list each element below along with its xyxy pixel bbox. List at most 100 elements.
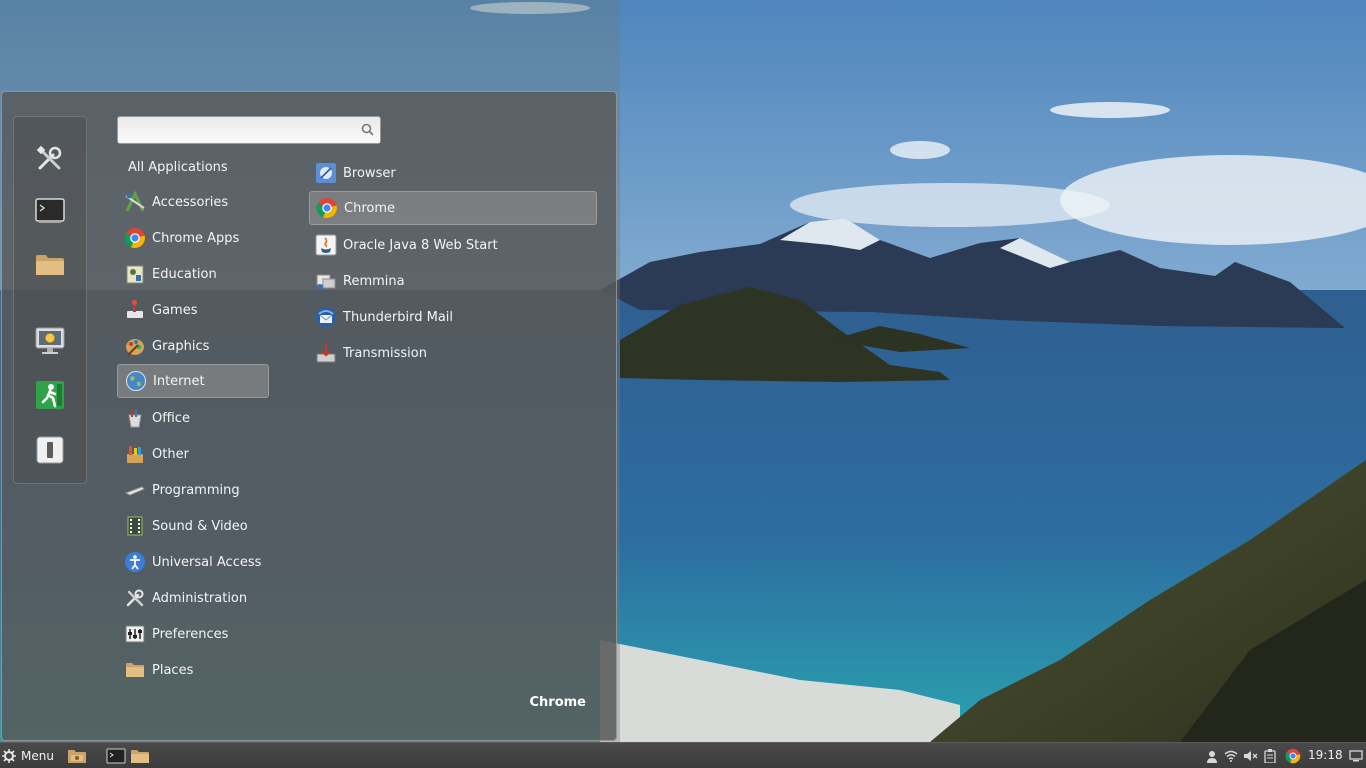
- favorite-administration-button[interactable]: [31, 140, 69, 178]
- accessories-icon: [125, 191, 145, 212]
- menu-button[interactable]: Menu: [2, 746, 54, 766]
- favorites-sidebar: [13, 116, 87, 484]
- app-thunderbird-mail[interactable]: Thunderbird Mail: [309, 300, 597, 334]
- search-box[interactable]: [117, 116, 381, 144]
- category-label: Office: [152, 410, 190, 426]
- folder-icon: [131, 750, 149, 763]
- favorite-logout-button[interactable]: [31, 376, 69, 414]
- category-preferences[interactable]: Preferences: [117, 617, 269, 651]
- sound-video-icon: [127, 516, 143, 536]
- tray-network-button[interactable]: [1222, 747, 1240, 765]
- internet-icon: [126, 371, 146, 391]
- clipboard-icon: [1264, 749, 1276, 763]
- bottom-panel: Menu 19:18: [0, 742, 1366, 768]
- panel-show-desktop-button[interactable]: [66, 746, 88, 766]
- places-icon: [126, 663, 144, 677]
- category-label: Places: [152, 662, 194, 678]
- universal-access-icon: [125, 552, 145, 572]
- category-places[interactable]: Places: [117, 653, 269, 687]
- app-label: Chrome: [344, 200, 395, 216]
- panel-files-launcher[interactable]: [129, 746, 151, 766]
- graphics-icon: [126, 339, 144, 356]
- category-label: Graphics: [152, 338, 210, 354]
- office-icon: [128, 409, 142, 428]
- show-desktop-icon: [68, 750, 86, 763]
- category-label: Accessories: [152, 194, 229, 210]
- app-oracle-java-web-start[interactable]: Oracle Java 8 Web Start: [309, 228, 597, 262]
- browser-icon: [316, 163, 336, 183]
- favorite-lock-screen-button[interactable]: [31, 322, 69, 360]
- category-accessories[interactable]: Accessories: [117, 185, 269, 219]
- transmission-icon: [316, 344, 336, 363]
- favorite-terminal-button[interactable]: [31, 192, 69, 230]
- app-remmina[interactable]: Remmina: [309, 264, 597, 298]
- thunderbird-icon: [316, 307, 336, 327]
- app-label: Oracle Java 8 Web Start: [343, 237, 498, 253]
- panel-terminal-launcher[interactable]: [105, 746, 127, 766]
- programming-icon: [124, 486, 145, 496]
- chrome-icon: [124, 228, 145, 248]
- chrome-icon: [316, 198, 337, 218]
- app-label: Remmina: [343, 273, 405, 289]
- category-label: Internet: [153, 373, 205, 389]
- wifi-icon: [1224, 750, 1238, 762]
- selected-app-name: Chrome: [529, 695, 586, 710]
- search-icon: [361, 123, 374, 136]
- category-universal-access[interactable]: Universal Access: [117, 545, 269, 579]
- tray-user-button[interactable]: [1203, 747, 1221, 765]
- chrome-icon: [1285, 748, 1301, 764]
- app-chrome[interactable]: Chrome: [309, 191, 597, 225]
- games-icon: [127, 300, 143, 318]
- tray-chrome-button[interactable]: [1284, 747, 1302, 765]
- education-icon: [126, 265, 144, 284]
- tools-icon: [36, 145, 62, 170]
- favorite-quit-button[interactable]: [31, 431, 69, 469]
- other-icon: [127, 446, 143, 463]
- preferences-icon: [125, 625, 145, 643]
- category-label: Universal Access: [152, 554, 262, 570]
- user-icon: [1207, 750, 1217, 763]
- administration-icon: [126, 589, 144, 607]
- category-label: Education: [152, 266, 217, 282]
- search-input[interactable]: [122, 120, 354, 140]
- category-label: Preferences: [152, 626, 229, 642]
- category-programming[interactable]: Programming: [117, 473, 269, 507]
- app-browser[interactable]: Browser: [309, 156, 597, 190]
- category-label: Other: [152, 446, 189, 462]
- gear-icon: [2, 749, 16, 763]
- volume-muted-icon: [1243, 751, 1257, 761]
- category-all-applications[interactable]: All Applications: [128, 160, 228, 175]
- logout-icon: [36, 381, 64, 409]
- tray-volume-button[interactable]: [1241, 747, 1259, 765]
- app-label: Transmission: [343, 345, 427, 361]
- category-internet[interactable]: Internet: [117, 364, 269, 398]
- panel-clock[interactable]: 19:18: [1308, 748, 1343, 762]
- power-switch-icon: [36, 436, 64, 464]
- show-desktop-icon: [1349, 750, 1363, 762]
- category-office[interactable]: Office: [117, 401, 269, 435]
- folder-icon: [36, 255, 64, 275]
- category-chrome-apps[interactable]: Chrome Apps: [117, 221, 269, 255]
- terminal-icon: [106, 748, 126, 764]
- category-games[interactable]: Games: [117, 293, 269, 327]
- category-graphics[interactable]: Graphics: [117, 329, 269, 363]
- category-education[interactable]: Education: [117, 257, 269, 291]
- java-icon: [315, 234, 337, 256]
- app-label: Browser: [343, 165, 396, 181]
- menu-label: Menu: [21, 749, 54, 763]
- category-sound-video[interactable]: Sound & Video: [117, 509, 269, 543]
- app-transmission[interactable]: Transmission: [309, 336, 597, 370]
- tray-clipboard-button[interactable]: [1261, 747, 1279, 765]
- lock-screen-icon: [35, 327, 65, 354]
- category-label: Games: [152, 302, 198, 318]
- category-other[interactable]: Other: [117, 437, 269, 471]
- application-menu: All Applications Accessories Chrome Apps…: [1, 91, 617, 741]
- category-label: Chrome Apps: [152, 230, 240, 246]
- category-label: Administration: [152, 590, 248, 606]
- app-label: Thunderbird Mail: [343, 309, 454, 325]
- favorite-files-button[interactable]: [31, 246, 69, 284]
- tray-workspace-button[interactable]: [1347, 747, 1365, 765]
- terminal-icon: [35, 198, 65, 223]
- category-label: Programming: [152, 482, 240, 498]
- category-administration[interactable]: Administration: [117, 581, 269, 615]
